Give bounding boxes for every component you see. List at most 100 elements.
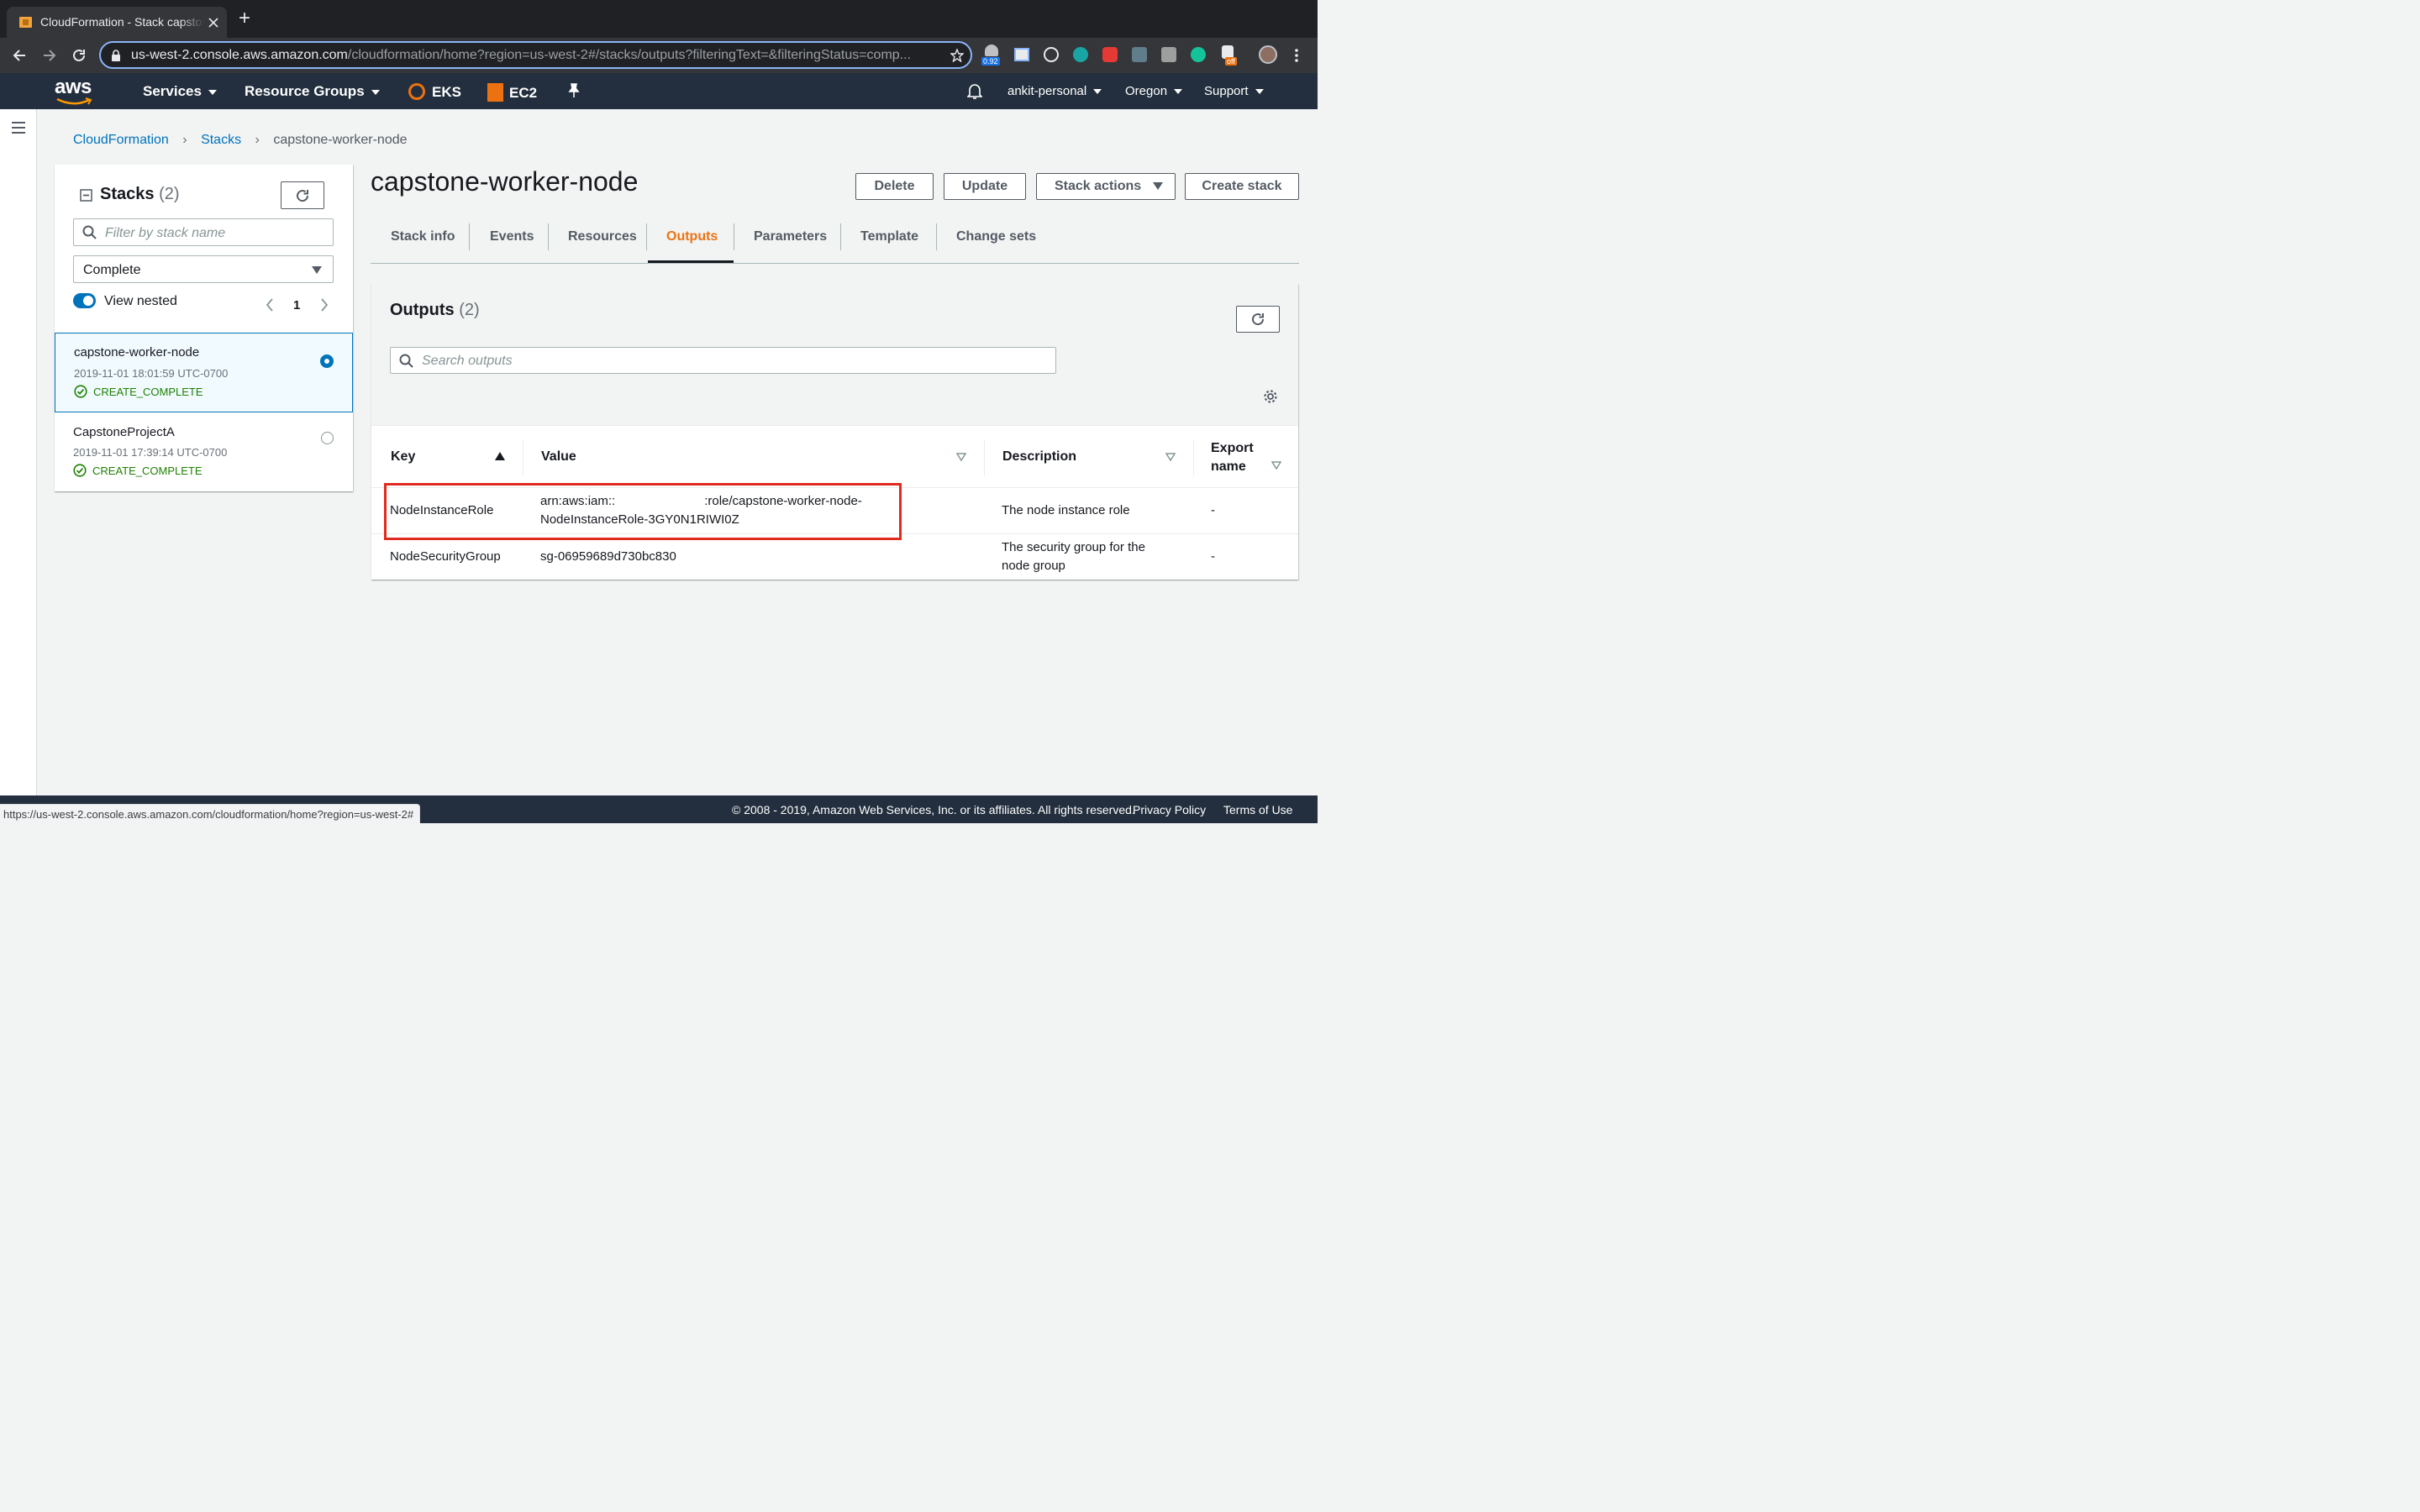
stack-list-item[interactable]: CapstoneProjectA 2019-11-01 17:39:14 UTC… (55, 413, 353, 491)
stack-list-item-selected[interactable]: capstone-worker-node 2019-11-01 18:01:59… (55, 333, 353, 412)
success-check-icon (74, 385, 87, 398)
address-bar[interactable]: us-west-2.console.aws.amazon.com/cloudfo… (99, 41, 972, 69)
new-tab-button[interactable]: + (239, 8, 250, 29)
tab-divider (548, 223, 549, 250)
browser-tab[interactable]: CloudFormation - Stack capstone-worker-n… (7, 7, 227, 38)
tab-parameters[interactable]: Parameters (754, 229, 827, 244)
view-nested-toggle[interactable] (73, 293, 96, 308)
extension-m-icon[interactable] (1073, 47, 1088, 62)
region-menu[interactable]: Oregon (1125, 84, 1183, 98)
tab-close-icon[interactable] (208, 18, 218, 28)
tab-change-sets[interactable]: Change sets (956, 229, 1036, 244)
collapse-panel-icon[interactable] (80, 189, 92, 202)
hamburger-menu-icon[interactable] (11, 121, 26, 134)
breadcrumb-cloudformation[interactable]: CloudFormation (73, 133, 169, 147)
bookmark-star-icon[interactable] (950, 49, 964, 62)
tab-outputs-active[interactable]: Outputs (666, 229, 718, 244)
account-menu[interactable]: ankit-personal (1007, 84, 1102, 98)
sort-icon[interactable] (1165, 453, 1176, 461)
tab-stack-info[interactable]: Stack info (391, 229, 455, 244)
refresh-icon (297, 189, 309, 202)
search-outputs-input[interactable]: Search outputs (390, 347, 1056, 374)
browser-status-url: https://us-west-2.console.aws.amazon.com… (0, 804, 421, 823)
privacy-policy-link[interactable]: Privacy Policy (1133, 803, 1206, 816)
extension-gauge-icon[interactable] (1044, 47, 1059, 62)
support-menu[interactable]: Support (1204, 84, 1264, 98)
stack-filter-input[interactable]: Filter by stack name (73, 218, 334, 246)
aws-logo[interactable]: aws (55, 76, 92, 99)
notifications-bell-icon[interactable] (967, 83, 982, 100)
reload-icon[interactable] (71, 48, 87, 63)
column-header-value[interactable]: Value (541, 449, 576, 465)
tab-template[interactable]: Template (860, 229, 918, 244)
tab-divider (469, 223, 470, 250)
column-header-export-name[interactable]: Export name (1211, 439, 1254, 476)
highlight-annotation-box (384, 483, 902, 540)
stack-status: CREATE_COMPLETE (93, 386, 203, 398)
grammarly-icon[interactable] (1191, 47, 1206, 62)
output-export-name: - (1211, 503, 1215, 517)
tab-events[interactable]: Events (490, 229, 534, 244)
breadcrumb-chevron-icon: › (255, 133, 260, 147)
back-arrow-icon[interactable] (12, 48, 27, 63)
breadcrumb-current: capstone-worker-node (273, 133, 408, 147)
extension-stop-hand-icon[interactable] (1102, 47, 1118, 62)
browser-toolbar: us-west-2.console.aws.amazon.com/cloudfo… (0, 38, 1318, 73)
settings-gear-icon[interactable] (1263, 389, 1278, 404)
next-page-icon[interactable] (320, 298, 329, 312)
column-divider (1193, 440, 1194, 475)
previous-page-icon[interactable] (266, 298, 274, 312)
create-stack-button[interactable]: Create stack (1185, 173, 1299, 200)
refresh-stacks-button[interactable] (281, 181, 324, 209)
tab-divider (840, 223, 841, 250)
output-key: NodeSecurityGroup (390, 549, 501, 564)
tab-divider (646, 223, 647, 250)
stack-actions-dropdown[interactable]: Stack actions (1036, 173, 1176, 200)
tab-divider (936, 223, 937, 250)
column-header-key[interactable]: Key (391, 449, 415, 465)
active-tab-indicator (648, 260, 734, 263)
breadcrumb-stacks[interactable]: Stacks (201, 133, 241, 147)
ec2-icon (487, 83, 503, 102)
column-header-description[interactable]: Description (1002, 449, 1076, 465)
forward-arrow-icon[interactable] (42, 48, 57, 63)
status-filter-select[interactable]: Complete (73, 255, 334, 283)
sort-icon[interactable] (1271, 461, 1281, 470)
ec2-shortcut[interactable]: EC2 (487, 83, 537, 102)
extension-badge-off: off (1225, 57, 1237, 66)
refresh-outputs-button[interactable] (1236, 306, 1280, 333)
aws-smile-icon (56, 97, 92, 105)
eks-shortcut[interactable]: EKS (408, 83, 461, 101)
stack-created-date: 2019-11-01 18:01:59 UTC-0700 (74, 367, 229, 380)
current-page-number[interactable]: 1 (293, 298, 300, 312)
extension-window-icon[interactable] (1014, 48, 1029, 61)
terms-of-use-link[interactable]: Terms of Use (1223, 803, 1292, 816)
extension-hand-icon[interactable]: off (1220, 45, 1240, 67)
stack-name[interactable]: CapstoneProjectA (73, 425, 175, 439)
update-button[interactable]: Update (944, 173, 1026, 200)
resource-groups-menu[interactable]: Resource Groups (245, 83, 380, 100)
stack-radio[interactable] (321, 432, 334, 444)
refresh-icon (1252, 313, 1265, 326)
breadcrumb-chevron-icon: › (182, 133, 187, 147)
stack-radio-selected[interactable] (320, 354, 334, 368)
search-icon (82, 225, 97, 239)
extension-rocket-icon[interactable]: 0.92 (981, 45, 1002, 66)
sort-icon[interactable] (956, 453, 966, 461)
stack-name[interactable]: capstone-worker-node (74, 345, 199, 360)
tab-resources[interactable]: Resources (568, 229, 637, 244)
pin-icon[interactable] (567, 83, 581, 98)
extension-grey-icon[interactable] (1161, 47, 1176, 62)
success-check-icon (73, 464, 87, 477)
delete-button[interactable]: Delete (855, 173, 934, 200)
stack-created-date: 2019-11-01 17:39:14 UTC-0700 (73, 446, 228, 459)
extension-badge: 0.92 (981, 57, 1000, 66)
extension-cb-icon[interactable] (1132, 47, 1147, 62)
footer-copyright: © 2008 - 2019, Amazon Web Services, Inc.… (732, 803, 1135, 816)
stacks-panel-title: Stacks (2) (100, 185, 180, 203)
services-menu[interactable]: Services (143, 83, 217, 100)
sort-ascending-icon[interactable] (495, 452, 505, 460)
profile-avatar[interactable] (1259, 45, 1277, 64)
outputs-title: Outputs (2) (390, 301, 480, 319)
browser-menu-icon[interactable] (1294, 48, 1299, 63)
